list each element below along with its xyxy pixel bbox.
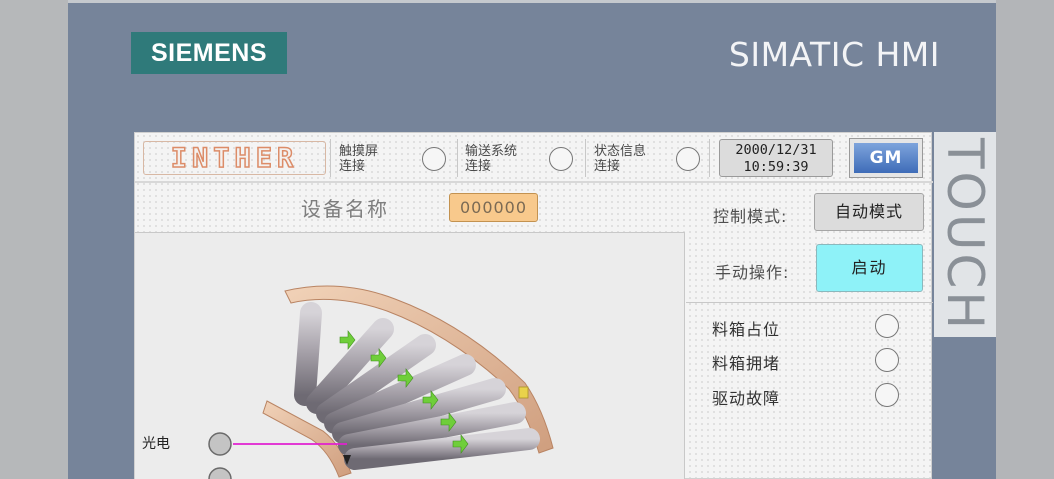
manual-operation-label: 手动操作: [715, 263, 790, 282]
touch-label: TOUCH [936, 137, 994, 332]
datetime-display: 2000/12/31 10:59:39 [719, 139, 833, 177]
photo-sensor-lamp [208, 432, 232, 456]
bezel-left [0, 0, 68, 479]
photo-sensor-label: 光电 [142, 436, 170, 452]
hmi-screen: INTHER 触摸屏 连接 输送系统 连接 状态信息 连接 2000/12/31… [134, 132, 933, 479]
touch-side-panel: TOUCH [934, 132, 996, 337]
touch-connection-label: 触摸屏 连接 [339, 144, 379, 174]
yellow-sensor-block [518, 386, 529, 399]
alarm-lamp-jam [875, 348, 899, 372]
control-mode-button[interactable]: 自动模式 [814, 193, 924, 231]
status-connection-label: 状态信息 连接 [594, 144, 647, 174]
conveyor-connection-label: 输送系统 连接 [465, 144, 518, 174]
conveyor-connection-lamp [549, 147, 573, 171]
alarm-lamp-occupied [875, 314, 899, 338]
second-sensor-lamp [208, 467, 232, 479]
alarm-lamp-drive-fault [875, 383, 899, 407]
time-text: 10:59:39 [743, 159, 809, 175]
frame-top-edge [68, 0, 996, 3]
header-divider [457, 139, 458, 177]
inther-logo-text: INTHER [170, 142, 299, 175]
start-button[interactable]: 启动 [816, 244, 923, 292]
control-mode-label: 控制模式: [713, 207, 788, 226]
roller-set [294, 302, 540, 470]
touch-connection-lamp [422, 147, 446, 171]
simatic-hmi-label: SIMATIC HMI [728, 35, 940, 74]
alarm-label-occupied: 料箱占位 [712, 320, 781, 339]
alarm-label-drive-fault: 驱动故障 [712, 389, 781, 408]
conveyor-view [135, 232, 685, 479]
device-name-field[interactable]: 000000 [449, 193, 538, 222]
bezel-right [996, 0, 1054, 479]
header-divider [330, 139, 331, 177]
header-divider [709, 139, 710, 177]
header-separator [135, 181, 933, 183]
alarm-label-jam: 料箱拥堵 [712, 354, 781, 373]
header-divider [585, 139, 586, 177]
device-name-label: 设备名称 [301, 197, 389, 221]
date-text: 2000/12/31 [735, 142, 817, 158]
gm-button-label: GM [854, 143, 918, 173]
status-connection-lamp [676, 147, 700, 171]
gm-button[interactable]: GM [849, 138, 923, 178]
inther-logo: INTHER [143, 141, 326, 175]
curved-conveyor-illustration [208, 285, 554, 479]
siemens-logo: SIEMENS [131, 32, 287, 74]
right-panel-separator [686, 302, 933, 303]
